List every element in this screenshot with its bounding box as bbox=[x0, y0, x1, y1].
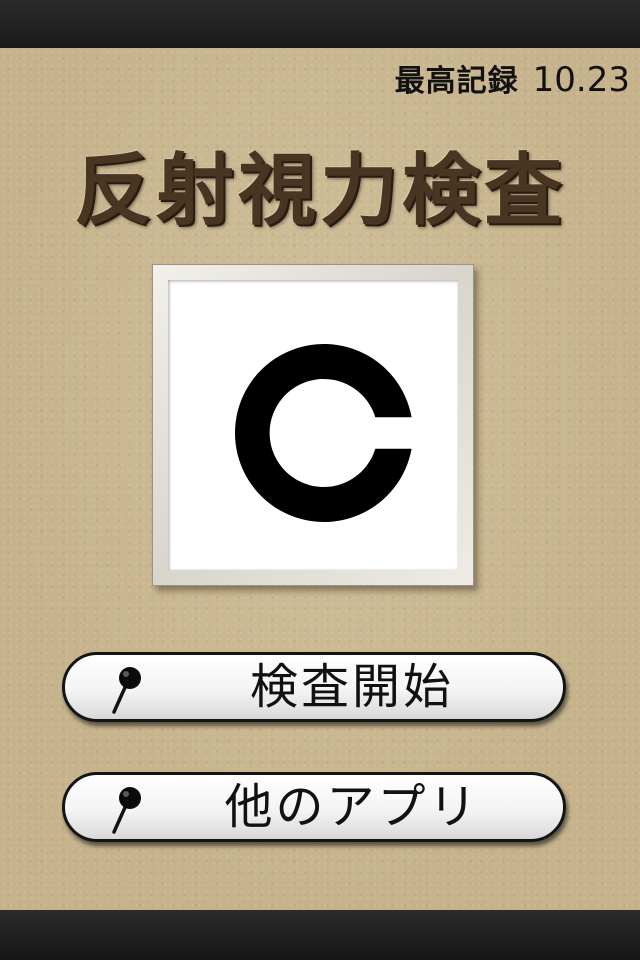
app-title: 反射視力検査 bbox=[73, 146, 566, 236]
best-record: 最高記録 10.23 bbox=[395, 56, 630, 100]
other-apps-label: 他のアプリ bbox=[224, 779, 480, 835]
pin-icon bbox=[112, 787, 141, 834]
best-record-value: 10.23 bbox=[532, 60, 630, 100]
bottom-bar bbox=[0, 910, 640, 960]
landolt-c-icon bbox=[234, 344, 412, 522]
best-record-label: 最高記録 bbox=[394, 64, 519, 99]
start-test-button[interactable]: 検査開始 bbox=[62, 652, 566, 722]
start-test-label: 検査開始 bbox=[249, 659, 454, 715]
top-bar bbox=[0, 0, 640, 48]
eye-chart-card bbox=[152, 264, 474, 586]
pin-icon bbox=[112, 667, 141, 714]
other-apps-button[interactable]: 他のアプリ bbox=[62, 772, 566, 842]
eye-chart-surface bbox=[168, 280, 458, 570]
